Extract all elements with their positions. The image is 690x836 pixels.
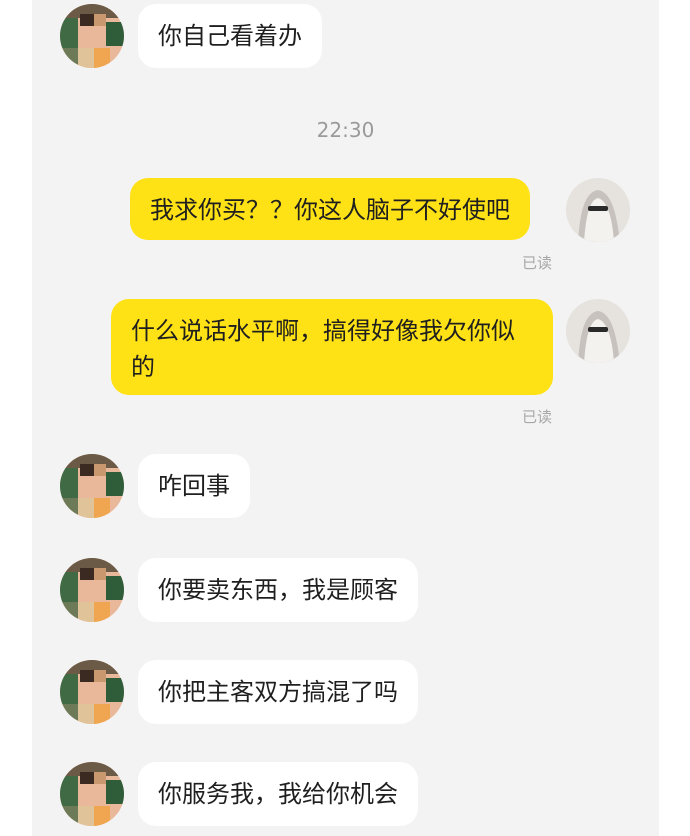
- message-bubble-outgoing[interactable]: 什么说话水平啊，搞得好像我欠你似的: [111, 299, 553, 395]
- read-status: 已读: [522, 408, 553, 426]
- message-text: 你服务我，我给你机会: [158, 780, 398, 808]
- message-text: 什么说话水平啊，搞得好像我欠你似的: [131, 317, 515, 381]
- contact-avatar[interactable]: [60, 660, 124, 724]
- contact-avatar[interactable]: [60, 558, 124, 622]
- contact-avatar[interactable]: [60, 454, 124, 518]
- message-bubble-incoming[interactable]: 你自己看着办: [138, 4, 322, 68]
- user-avatar[interactable]: [566, 178, 630, 242]
- message-bubble-outgoing[interactable]: 我求你买？？你这人脑子不好使吧: [130, 178, 530, 240]
- chat-panel[interactable]: 你自己看着办 22:30 我求你买？？你这人脑子不好使吧 已读 什么说话水平啊，…: [32, 0, 659, 836]
- read-status: 已读: [522, 254, 553, 272]
- message-text: 我求你买？？你这人脑子不好使吧: [150, 196, 510, 224]
- message-bubble-incoming[interactable]: 你把主客双方搞混了吗: [138, 660, 418, 724]
- message-bubble-incoming[interactable]: 咋回事: [138, 454, 250, 518]
- timestamp: 22:30: [316, 118, 375, 142]
- contact-avatar[interactable]: [60, 762, 124, 826]
- message-text: 你要卖东西，我是顾客: [158, 576, 398, 604]
- message-bubble-incoming[interactable]: 你要卖东西，我是顾客: [138, 558, 418, 622]
- message-text: 你自己看着办: [158, 22, 302, 50]
- contact-avatar[interactable]: [60, 4, 124, 68]
- message-text: 你把主客双方搞混了吗: [158, 678, 398, 706]
- user-avatar[interactable]: [566, 299, 630, 363]
- message-bubble-incoming[interactable]: 你服务我，我给你机会: [138, 762, 418, 826]
- message-text: 咋回事: [158, 472, 230, 500]
